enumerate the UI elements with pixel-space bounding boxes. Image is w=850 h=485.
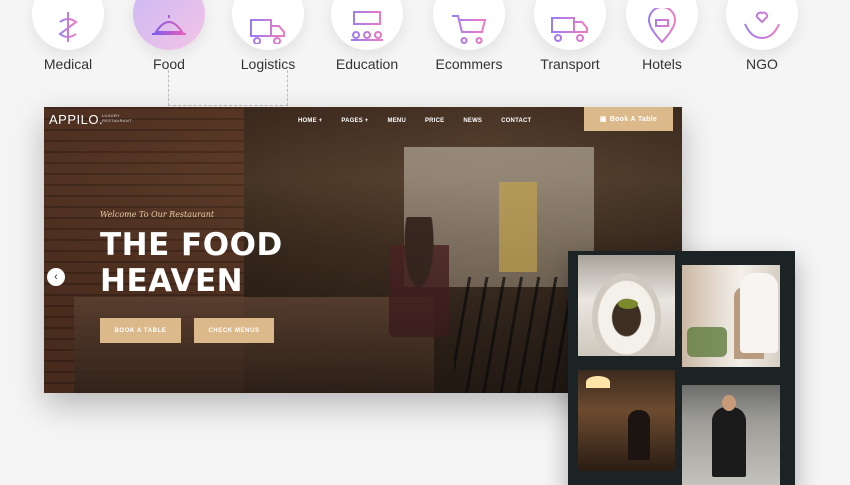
- showcase-stage: Medical Food Logistics Education Ecommer…: [0, 0, 850, 485]
- category-transport[interactable]: Transport: [533, 0, 607, 72]
- category-label: Medical: [43, 56, 93, 72]
- hero-heading: THE FOOD HEAVEN: [100, 227, 283, 299]
- gallery-photo-plated-dish[interactable]: [578, 255, 675, 356]
- logistics-truck-icon: [232, 0, 304, 50]
- category-medical[interactable]: Medical: [31, 0, 105, 72]
- nav-item-price[interactable]: PRICE: [425, 118, 444, 124]
- category-label: Transport: [540, 56, 600, 72]
- category-ecommers[interactable]: Ecommers: [432, 0, 506, 72]
- welcome-tagline: Welcome To Our Restaurant: [100, 210, 215, 219]
- category-food[interactable]: Food: [132, 0, 206, 72]
- nav-item-home[interactable]: HOME +: [298, 118, 322, 124]
- category-logistics[interactable]: Logistics: [231, 0, 305, 72]
- category-hotels[interactable]: Hotels: [625, 0, 699, 72]
- background-person: [389, 217, 449, 337]
- background-counter: [74, 297, 434, 393]
- nav-item-news[interactable]: NEWS: [463, 118, 482, 124]
- nav-item-pages[interactable]: PAGES +: [341, 118, 368, 124]
- gallery-photo-chef-kitchen[interactable]: [682, 385, 780, 485]
- nav-item-menu[interactable]: MENU: [388, 118, 406, 124]
- ecommerce-cart-icon: [433, 0, 505, 50]
- site-logo-subtitle: LUXURY RESTAURANT: [102, 113, 132, 123]
- education-classroom-icon: [331, 0, 403, 50]
- transport-truck-icon: [534, 0, 606, 50]
- gallery-photo-chef-plating[interactable]: [682, 265, 780, 367]
- site-logo[interactable]: APPILO.: [49, 112, 103, 127]
- gallery-photo-restaurant-interior[interactable]: [578, 370, 675, 471]
- category-label: Education: [335, 56, 399, 72]
- food-cloche-icon: [133, 0, 205, 50]
- category-education[interactable]: Education: [330, 0, 404, 72]
- book-a-table-button[interactable]: BOOK A TABLE: [100, 318, 181, 343]
- category-label: Ecommers: [435, 56, 503, 72]
- nav-item-contact[interactable]: CONTACT: [501, 118, 531, 124]
- connector-dashed-line: [168, 70, 288, 106]
- slider-prev-arrow-icon[interactable]: ‹: [47, 268, 65, 286]
- book-table-top-button[interactable]: ▣ Book A Table: [584, 107, 673, 131]
- check-menus-button[interactable]: CHECK MENUS: [194, 318, 274, 343]
- category-ngo[interactable]: NGO: [725, 0, 799, 72]
- hotel-location-icon: [626, 0, 698, 50]
- medical-caduceus-icon: [32, 0, 104, 50]
- category-label: Hotels: [642, 56, 682, 72]
- category-label: NGO: [746, 56, 778, 72]
- ngo-hands-icon: [726, 0, 798, 50]
- background-door: [499, 182, 537, 272]
- calendar-icon: ▣: [599, 116, 607, 123]
- gallery-panel: [568, 251, 795, 485]
- site-nav: HOME + PAGES + MENU PRICE NEWS CONTACT: [298, 118, 550, 124]
